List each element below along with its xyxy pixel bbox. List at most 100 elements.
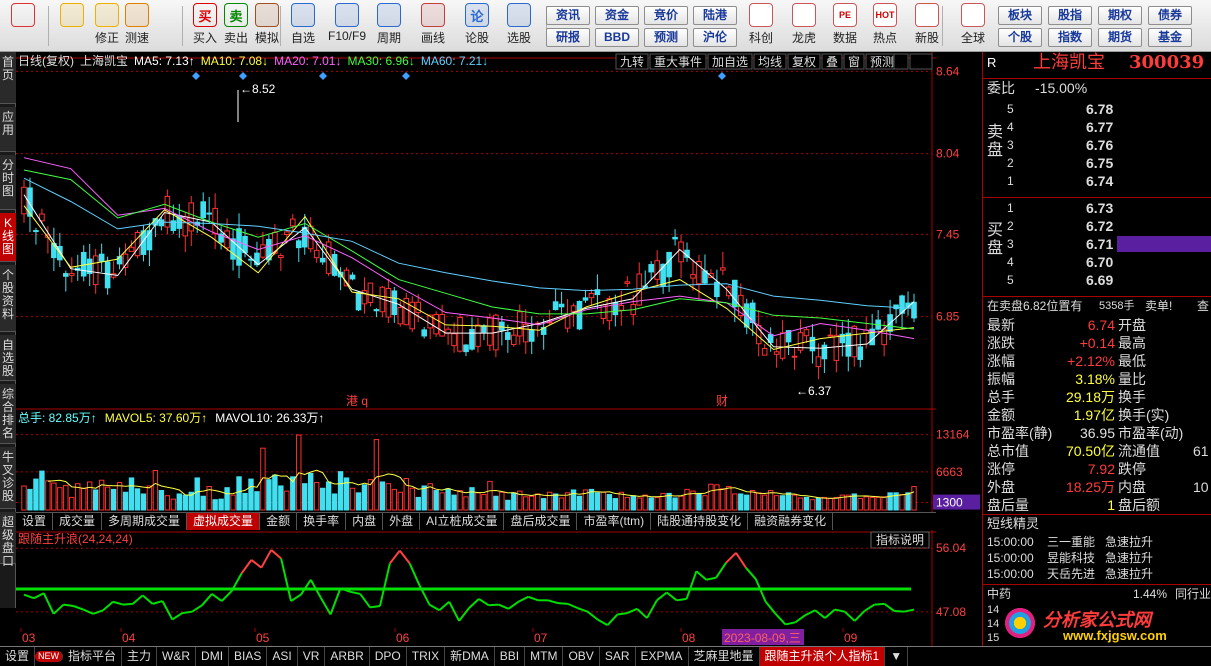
- indicator-tab-4[interactable]: 金额: [260, 513, 298, 530]
- bid-row[interactable]: 3 6.71: [983, 235, 1211, 253]
- toolbar-button-8[interactable]: F10/F9: [328, 3, 366, 49]
- indicator-tab-6[interactable]: 内盘: [346, 513, 384, 530]
- bottom-tab-18[interactable]: 芝麻里地量: [689, 647, 760, 666]
- toolbar-button-10[interactable]: 画线: [416, 3, 450, 49]
- bid-row[interactable]: 5 6.69: [983, 271, 1211, 289]
- quick-button-资金[interactable]: 资金: [595, 6, 639, 25]
- chart-area[interactable]: 日线(复权) 上海凯宝 MA5: 7.13↑ MA10: 7.08↓ MA20: 7.0…: [16, 52, 980, 646]
- ask-row[interactable]: 5 6.78: [983, 100, 1211, 118]
- left-nav-2[interactable]: 分时图: [0, 155, 16, 210]
- ask-row[interactable]: 2 6.75: [983, 154, 1211, 172]
- indicator-tab-5[interactable]: 换手率: [297, 513, 347, 530]
- quick-button-债券[interactable]: 债券: [1148, 6, 1192, 25]
- quick-button-期货[interactable]: 期货: [1098, 28, 1142, 47]
- bottom-tab-12[interactable]: 新DMA: [445, 647, 495, 666]
- bid-row[interactable]: 2 6.72: [983, 217, 1211, 235]
- quick-button-BBD[interactable]: BBD: [595, 28, 639, 47]
- indicator-tab-12[interactable]: 融资融券变化: [748, 513, 834, 530]
- toolbar-right-button-3[interactable]: HOT 热点: [866, 3, 904, 49]
- ask-row[interactable]: 3 6.76: [983, 136, 1211, 154]
- toolbar-button-5[interactable]: 卖卖出: [219, 3, 253, 49]
- left-nav-5[interactable]: 自选股: [0, 335, 16, 381]
- quick-button-股指[interactable]: 股指: [1048, 6, 1092, 25]
- bottom-tab-11[interactable]: TRIX: [407, 647, 446, 666]
- bottom-tab-15[interactable]: OBV: [563, 647, 600, 666]
- quick-button-预测[interactable]: 预测: [644, 28, 688, 47]
- alert-row[interactable]: 15:00:00 昱能科技 急速拉升: [983, 550, 1211, 566]
- bottom-tab-4[interactable]: W&R: [157, 647, 197, 666]
- indicator-tab-10[interactable]: 市盈率(ttm): [577, 513, 652, 530]
- bottom-tab-14[interactable]: MTM: [525, 647, 564, 666]
- bottom-tab-20[interactable]: ▼: [885, 647, 909, 666]
- sector-row[interactable]: 中药 1.44% 同行业: [983, 584, 1211, 602]
- left-nav-6[interactable]: 综合排名: [0, 384, 16, 444]
- bottom-tab-5[interactable]: DMI: [196, 647, 230, 666]
- bottom-tab-9[interactable]: ARBR: [325, 647, 370, 666]
- bottom-tab-17[interactable]: EXPMA: [636, 647, 689, 666]
- toolbar-right-button-1[interactable]: 龙虎: [785, 3, 823, 49]
- quick-button-期权[interactable]: 期权: [1098, 6, 1142, 25]
- toolbar-button-7[interactable]: 自选: [286, 3, 320, 49]
- quick-button-指数[interactable]: 指数: [1048, 28, 1092, 47]
- bottom-tab-2[interactable]: 指标平台: [63, 647, 123, 666]
- toolbar-right-button-2[interactable]: PE 数据: [826, 3, 864, 49]
- toolbar-button-3[interactable]: 测速: [120, 3, 154, 49]
- bottom-tab-8[interactable]: VR: [298, 647, 326, 666]
- left-nav-0[interactable]: 首页: [0, 52, 16, 104]
- quick-button-竞价[interactable]: 竞价: [644, 6, 688, 25]
- expand-arrow-icon[interactable]: [909, 53, 933, 70]
- kline-chart-svg[interactable]: 日线(复权) 上海凯宝 MA5: 7.13↑ MA10: 7.08↓ MA20: 7.0…: [16, 52, 980, 646]
- quick-button-陆港[interactable]: 陆港: [693, 6, 737, 25]
- bottom-tab-7[interactable]: ASI: [267, 647, 298, 666]
- bottom-tab-1[interactable]: NEW: [35, 651, 64, 662]
- candle-body: [463, 344, 469, 353]
- bottom-tab-10[interactable]: DPO: [370, 647, 407, 666]
- toolbar-button-0[interactable]: [6, 3, 40, 49]
- candle-body: [588, 292, 595, 299]
- bottom-tab-13[interactable]: BBI: [495, 647, 526, 666]
- left-nav-4[interactable]: 个股资料: [0, 265, 16, 332]
- bottom-tab-16[interactable]: SAR: [600, 647, 636, 666]
- left-nav-1[interactable]: 应用: [0, 107, 16, 152]
- left-nav-7[interactable]: 牛叉诊股: [0, 447, 16, 509]
- toolbar-button-4[interactable]: 买买入: [188, 3, 222, 49]
- toolbar-button-6[interactable]: 模拟: [250, 3, 284, 49]
- quick-button-沪伦[interactable]: 沪伦: [693, 28, 737, 47]
- indicator-tab-7[interactable]: 外盘: [383, 513, 421, 530]
- toolbar-button-12[interactable]: 选股: [502, 3, 536, 49]
- alert-row[interactable]: 15:00:00 天岳先进 急速拉升: [983, 566, 1211, 582]
- indicator-tab-9[interactable]: 盘后成交量: [504, 513, 578, 530]
- lock-icon[interactable]: [893, 53, 909, 70]
- toolbar-right-button-0[interactable]: 科创: [742, 3, 780, 49]
- indicator-segment: [894, 609, 905, 613]
- bottom-tab-0[interactable]: 设置: [0, 647, 36, 666]
- ask-row[interactable]: 1 6.74: [983, 172, 1211, 190]
- quick-button-基金[interactable]: 基金: [1148, 28, 1192, 47]
- toolbar-button-9[interactable]: 周期: [372, 3, 406, 49]
- indicator-tab-11[interactable]: 陆股通持股变化: [651, 513, 749, 530]
- bid-row[interactable]: 1 6.73: [983, 199, 1211, 217]
- toolbar-button-1[interactable]: [55, 3, 89, 49]
- bid-row[interactable]: 4 6.70: [983, 253, 1211, 271]
- quick-button-板块[interactable]: 板块: [998, 6, 1042, 25]
- bottom-tab-6[interactable]: BIAS: [229, 647, 268, 666]
- big-order-row[interactable]: 在卖盘6.82位置有 5358手 卖单! 查: [983, 296, 1211, 314]
- indicator-tab-2[interactable]: 多周期成交量: [102, 513, 188, 530]
- indicator-tab-0[interactable]: 设置: [16, 513, 54, 530]
- bottom-tab-19[interactable]: 跟随主升浪个人指标1: [759, 647, 886, 666]
- left-nav-8[interactable]: 超级盘口: [0, 512, 16, 568]
- indicator-tab-1[interactable]: 成交量: [53, 513, 103, 530]
- quick-button-资讯[interactable]: 资讯: [546, 6, 590, 25]
- ask-row[interactable]: 4 6.77: [983, 118, 1211, 136]
- toolbar-button-11[interactable]: 论论股: [460, 3, 494, 49]
- left-nav-3[interactable]: K线图: [0, 213, 16, 262]
- toolbar-right-button-5[interactable]: 全球: [954, 3, 992, 49]
- indicator-tab-3[interactable]: 虚拟成交量: [187, 513, 261, 530]
- quick-button-个股[interactable]: 个股: [998, 28, 1042, 47]
- indicator-tab-8[interactable]: AI立桩成交量: [420, 513, 505, 530]
- toolbar-right-button-4[interactable]: 新股: [908, 3, 946, 49]
- quick-button-研报[interactable]: 研报: [546, 28, 590, 47]
- alert-row[interactable]: 15:00:00 三一重能 急速拉升: [983, 534, 1211, 550]
- bottom-tab-3[interactable]: 主力: [122, 647, 158, 666]
- toolbar-button-2[interactable]: 修正: [90, 3, 124, 49]
